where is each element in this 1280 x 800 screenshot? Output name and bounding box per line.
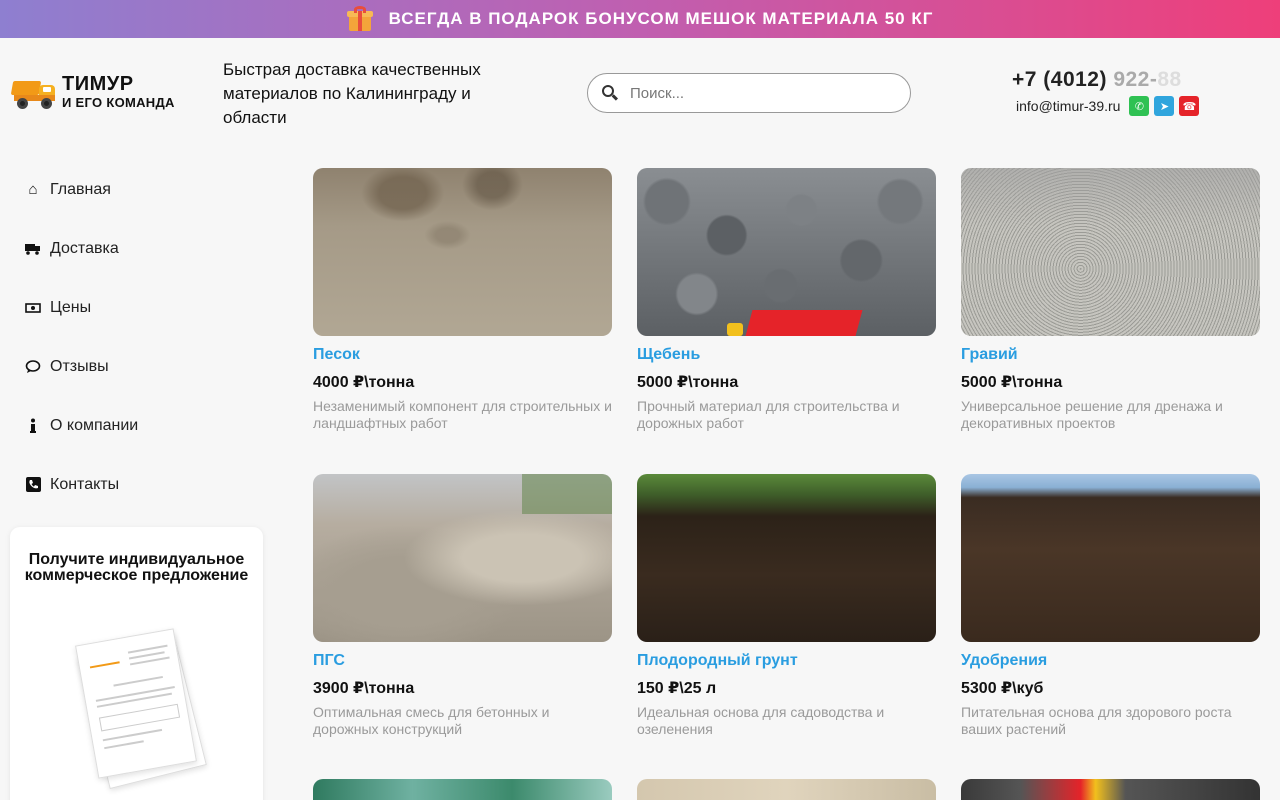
product-image[interactable] [637, 168, 936, 336]
product-image[interactable] [313, 474, 612, 642]
product-card-soil[interactable]: Плодородный грунт 150 ₽\25 л Идеальная о… [637, 474, 936, 738]
logo[interactable]: ТИМУР И ЕГО КОМАНДА [10, 74, 175, 109]
product-desc: Оптимальная смесь для бетонных и дорожны… [313, 704, 550, 737]
offer-title: Получите индивидуальное коммерческое пре… [24, 551, 249, 584]
nav-item-about[interactable]: О компании [24, 396, 254, 455]
product-desc: Универсальное решение для дренажа и деко… [961, 398, 1223, 431]
phone-square-icon [24, 476, 42, 494]
product-card-gravel[interactable]: Гравий 5000 ₽\тонна Универсальное решени… [961, 168, 1260, 432]
product-image[interactable] [637, 474, 936, 642]
search-icon [602, 85, 619, 101]
email-link[interactable]: info@timur-39.ru [1016, 98, 1120, 114]
whatsapp-icon[interactable]: ✆ [1129, 96, 1150, 116]
logo-text: ТИМУР И ЕГО КОМАНДА [62, 74, 175, 109]
nav-item-label: Главная [50, 180, 111, 198]
phone-fade-end: 88 [1157, 68, 1182, 91]
product-card-sand[interactable]: Песок 4000 ₽\тонна Незаменимый компонент… [313, 168, 612, 432]
truck-icon [24, 240, 42, 258]
product-title[interactable]: Песок [313, 346, 612, 365]
product-title[interactable]: ПГС [313, 652, 612, 671]
nav-item-label: Доставка [50, 239, 119, 257]
product-desc: Прочный материал для строительства и дор… [637, 398, 900, 431]
product-image[interactable] [961, 779, 1260, 800]
gift-icon [346, 6, 373, 32]
product-title[interactable]: Удобрения [961, 652, 1260, 671]
info-icon [24, 417, 42, 435]
nav-item-home[interactable]: ⌂ Главная [24, 160, 254, 219]
product-desc: Питательная основа для здорового роста в… [961, 704, 1232, 737]
promo-banner: ВСЕГДА В ПОДАРОК БОНУСОМ МЕШОК МАТЕРИАЛА… [0, 0, 1280, 38]
search-box[interactable] [587, 73, 911, 113]
nav-item-reviews[interactable]: Отзывы [24, 337, 254, 396]
product-desc: Незаменимый компонент для строительных и… [313, 398, 612, 431]
money-icon [24, 299, 42, 317]
phone-main: +7 (4012) [1012, 68, 1107, 91]
product-title[interactable]: Щебень [637, 346, 936, 365]
product-price: 5000 ₽\тонна [637, 374, 739, 391]
logo-subtitle: И ЕГО КОМАНДА [62, 95, 175, 110]
product-image[interactable] [313, 168, 612, 336]
nav-item-label: Отзывы [50, 357, 109, 375]
dump-truck-icon [10, 75, 56, 109]
phone-fade: 922- [1113, 68, 1158, 91]
telegram-icon[interactable]: ➤ [1154, 96, 1175, 116]
nav-item-label: О компании [50, 416, 139, 434]
product-price: 5000 ₽\тонна [961, 374, 1063, 391]
product-card-pgs[interactable]: ПГС 3900 ₽\тонна Оптимальная смесь для б… [313, 474, 612, 738]
home-icon: ⌂ [28, 181, 38, 198]
nav-item-contacts[interactable]: Контакты [24, 455, 254, 514]
contact-block: +7 (4012) 922-88 info@timur-39.ru ✆ ➤ ☎ [1012, 68, 1212, 116]
product-image[interactable] [637, 779, 936, 800]
phone-icon[interactable]: ☎ [1179, 96, 1200, 116]
commercial-offer-card[interactable]: Получите индивидуальное коммерческое пре… [10, 527, 263, 800]
promo-text: ВСЕГДА В ПОДАРОК БОНУСОМ МЕШОК МАТЕРИАЛА… [388, 9, 934, 28]
product-price: 150 ₽\25 л [637, 680, 717, 697]
logo-title: ТИМУР [62, 73, 134, 95]
product-price: 3900 ₽\тонна [313, 680, 415, 697]
product-desc: Идеальная основа для садоводства и озеле… [637, 704, 885, 737]
site-header: ТИМУР И ЕГО КОМАНДА Быстрая доставка кач… [0, 38, 1280, 148]
phone-number[interactable]: +7 (4012) 922-88 [1012, 68, 1212, 92]
product-card-fertilizer[interactable]: Удобрения 5300 ₽\куб Питательная основа … [961, 474, 1260, 738]
search-input[interactable] [630, 84, 880, 102]
product-price: 4000 ₽\тонна [313, 374, 415, 391]
header-tagline: Быстрая доставка качественных материалов… [223, 60, 481, 127]
product-image[interactable] [961, 474, 1260, 642]
product-image[interactable] [313, 779, 612, 800]
product-image[interactable] [961, 168, 1260, 336]
product-title[interactable]: Гравий [961, 346, 1260, 365]
product-card-crushed-stone[interactable]: Щебень 5000 ₽\тонна Прочный материал для… [637, 168, 936, 432]
nav-item-label: Цены [50, 298, 92, 316]
nav-item-delivery[interactable]: Доставка [24, 219, 254, 278]
sidebar-nav: ⌂ Главная Доставка Цены Отзывы О компани… [24, 160, 254, 514]
document-illustration [75, 628, 207, 790]
nav-item-prices[interactable]: Цены [24, 278, 254, 337]
product-title[interactable]: Плодородный грунт [637, 652, 936, 671]
comment-icon [24, 358, 42, 376]
product-price: 5300 ₽\куб [961, 680, 1044, 697]
nav-item-label: Контакты [50, 475, 120, 493]
